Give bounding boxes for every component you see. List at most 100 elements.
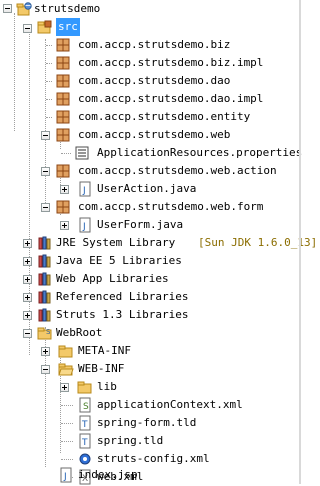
library-icon (38, 236, 51, 250)
tree-row-file[interactable]: S applicationContext.xml (0, 396, 299, 414)
tree-row-file[interactable]: ApplicationResources.properties (0, 144, 302, 162)
expand-toggle[interactable] (60, 383, 69, 392)
collapse-toggle[interactable] (23, 329, 32, 338)
tree-guide (61, 423, 73, 424)
tree-row-folder[interactable]: lib (0, 378, 299, 396)
package-icon (56, 92, 70, 106)
tree-row-package[interactable]: com.accp.strutsdemo.biz (0, 36, 299, 54)
tree-row-library[interactable]: Web App Libraries (0, 270, 299, 288)
tree-guide (61, 441, 73, 442)
tree-row-folder[interactable]: META-INF (0, 342, 299, 360)
tree-row-java[interactable]: J UserAction.java (0, 180, 299, 198)
expand-toggle[interactable] (60, 221, 69, 230)
tree-row-file[interactable]: T spring-form.tld (0, 414, 299, 432)
tree-row-package-web[interactable]: com.accp.strutsdemo.web (0, 126, 299, 144)
package-explorer-tree: strutsdemo src com.accp.strutsdemo.biz c… (0, 0, 317, 485)
folder-label: lib (97, 380, 117, 393)
web-project-icon (16, 2, 32, 16)
package-icon (56, 164, 70, 178)
svg-text:S: S (46, 328, 51, 336)
tree-guide (46, 117, 52, 118)
package-icon (56, 38, 70, 52)
collapse-toggle[interactable] (41, 167, 50, 176)
tree-row-folder-web-inf[interactable]: WEB-INF (0, 360, 299, 378)
expand-toggle[interactable] (23, 293, 32, 302)
tree-row-package[interactable]: com.accp.strutsdemo.biz.impl (0, 54, 299, 72)
library-icon (38, 254, 51, 268)
tree-row-project[interactable]: strutsdemo (0, 0, 299, 18)
tree-guide (61, 405, 73, 406)
expand-toggle[interactable] (23, 311, 32, 320)
expand-toggle[interactable] (23, 275, 32, 284)
tld-file-icon: T (79, 433, 91, 449)
file-label: spring.tld (97, 434, 164, 447)
folder-label: WEB-INF (78, 362, 125, 375)
library-label: Struts 1.3 Libraries (56, 308, 189, 321)
tree-row-library[interactable]: Struts 1.3 Libraries (0, 306, 299, 324)
tree-guide (61, 153, 71, 154)
package-icon (56, 200, 70, 214)
vertical-scrollbar[interactable] (299, 0, 301, 484)
tree-guide (61, 459, 73, 460)
collapse-toggle[interactable] (41, 203, 50, 212)
expand-toggle[interactable] (41, 347, 50, 356)
java-file-icon: J (79, 181, 91, 197)
file-label: UserAction.java (97, 182, 197, 195)
library-label: Referenced Libraries (56, 290, 189, 303)
jsp-file-icon: J (60, 467, 72, 483)
tree-row-library[interactable]: Referenced Libraries (0, 288, 299, 306)
svg-text:T: T (81, 420, 88, 430)
tree-row-webroot[interactable]: S WebRoot (0, 324, 299, 342)
tree-row-package-web-form[interactable]: com.accp.strutsdemo.web.form (0, 198, 299, 216)
tree-row-file[interactable]: J index.jsp (0, 466, 299, 484)
tree-row-file[interactable]: T spring.tld (0, 432, 299, 450)
tree-row-package[interactable]: com.accp.strutsdemo.dao.impl (0, 90, 299, 108)
folder-label: WebRoot (56, 326, 103, 339)
svg-text:S: S (83, 402, 89, 412)
file-label: applicationContext.xml (97, 398, 243, 411)
tree-row-package[interactable]: com.accp.strutsdemo.dao (0, 72, 299, 90)
file-label: spring-form.tld (97, 416, 197, 429)
expand-toggle[interactable] (23, 239, 32, 248)
tree-row-java[interactable]: J UserForm.java (0, 216, 299, 234)
collapse-toggle[interactable] (41, 365, 50, 374)
expand-toggle[interactable] (60, 185, 69, 194)
collapse-toggle[interactable] (41, 131, 50, 140)
package-label: com.accp.strutsdemo.dao.impl (78, 92, 264, 105)
tree-row-package-web-action[interactable]: com.accp.strutsdemo.web.action (0, 162, 299, 180)
tree-row-library[interactable]: Java EE 5 Libraries (0, 252, 299, 270)
library-label: Web App Libraries (56, 272, 169, 285)
source-folder-icon (37, 20, 52, 34)
gear-icon (79, 453, 91, 465)
collapse-toggle[interactable] (3, 4, 12, 13)
tree-row-library[interactable]: JRE System Library [Sun JDK 1.6.0_13] (0, 234, 317, 252)
collapse-toggle[interactable] (23, 24, 32, 33)
package-icon (56, 128, 70, 142)
library-icon (38, 290, 51, 304)
svg-text:J: J (82, 186, 86, 196)
library-icon (38, 272, 51, 286)
tree-row-src[interactable]: src (0, 18, 299, 36)
project-label: strutsdemo (34, 2, 101, 15)
tree-row-package[interactable]: com.accp.strutsdemo.entity (0, 108, 299, 126)
properties-file-icon (75, 146, 89, 160)
folder-label: META-INF (78, 344, 131, 357)
tree-guide (46, 63, 52, 64)
folder-icon (77, 381, 92, 394)
expand-toggle[interactable] (23, 257, 32, 266)
svg-text:J: J (63, 472, 67, 482)
package-label: com.accp.strutsdemo.biz.impl (78, 56, 264, 69)
library-icon (38, 308, 51, 322)
file-label: index.jsp (78, 468, 138, 481)
tree-guide (46, 81, 52, 82)
library-label: JRE System Library (56, 236, 176, 249)
package-icon (56, 56, 70, 70)
package-label: com.accp.strutsdemo.dao (78, 74, 231, 87)
package-label: com.accp.strutsdemo.web.form (78, 200, 264, 213)
java-file-icon: J (79, 217, 91, 233)
package-label: com.accp.strutsdemo.web.action (78, 164, 277, 177)
tree-guide (46, 45, 52, 46)
spring-xml-file-icon: S (79, 397, 91, 413)
package-label: com.accp.strutsdemo.web (78, 128, 231, 141)
tree-guide (46, 99, 52, 100)
